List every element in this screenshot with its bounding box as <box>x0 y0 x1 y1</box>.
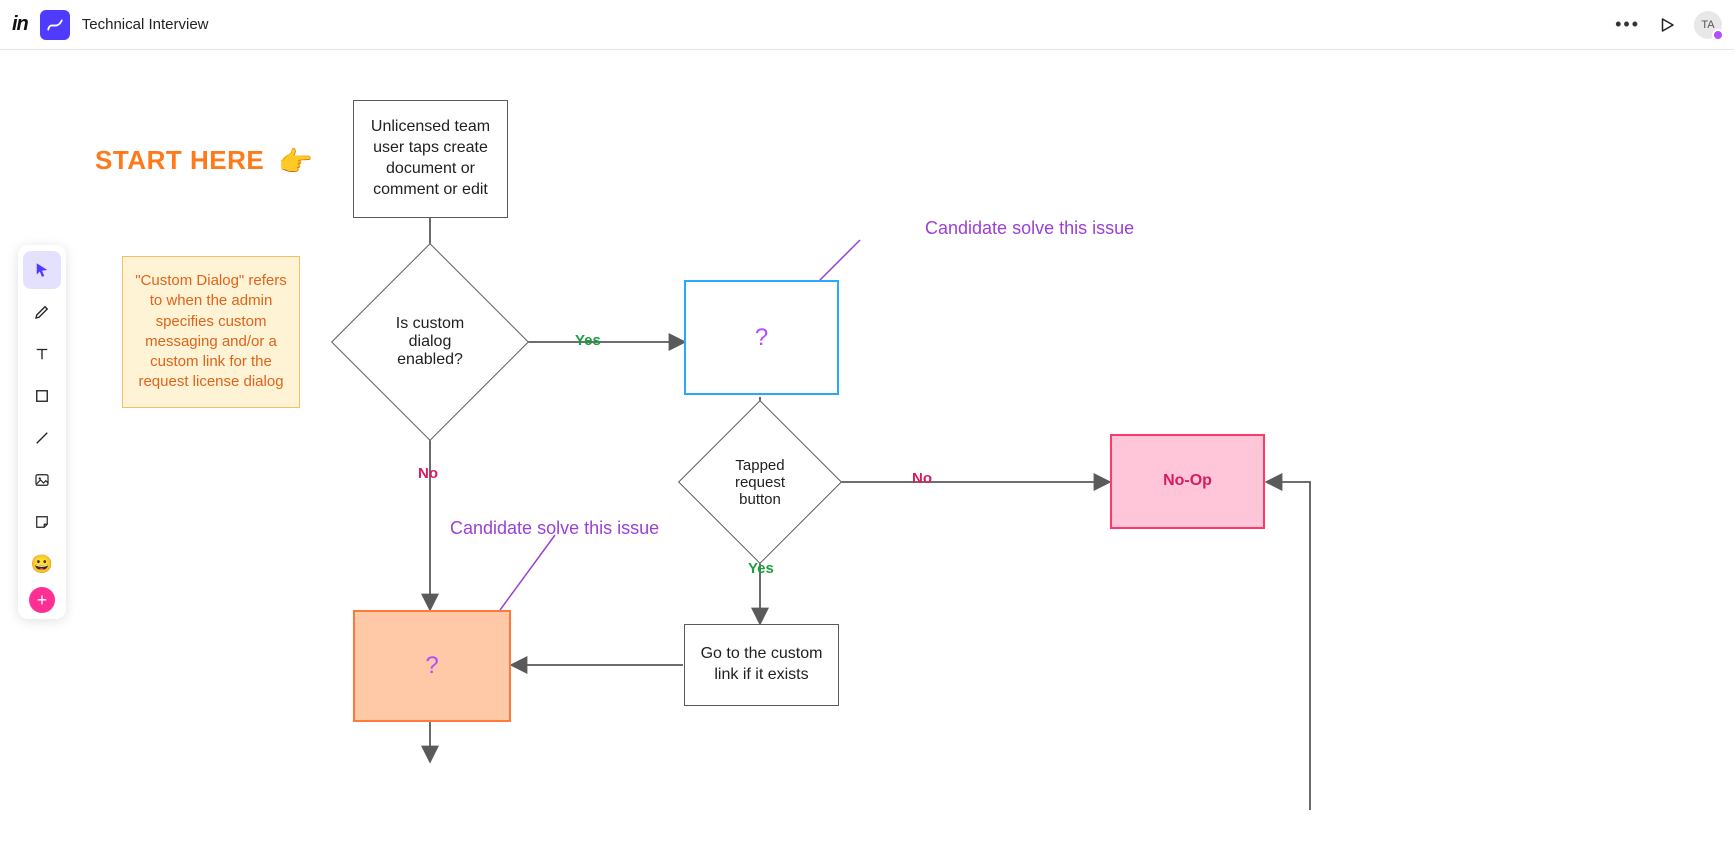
box-noop[interactable]: No-Op <box>1110 434 1265 529</box>
tool-image[interactable] <box>23 461 61 499</box>
tool-text[interactable] <box>23 335 61 373</box>
box-start[interactable]: Unlicensed team user taps create documen… <box>353 100 508 218</box>
topbar: in Technical Interview ••• TA <box>0 0 1734 50</box>
edge-no-2: No <box>912 470 932 487</box>
tool-shape[interactable] <box>23 377 61 415</box>
edge-yes-1: Yes <box>575 332 601 349</box>
box-goto-link[interactable]: Go to the custom link if it exists <box>684 624 839 706</box>
tool-pencil[interactable] <box>23 293 61 331</box>
box-unknown-blue[interactable]: ? <box>684 280 839 395</box>
invision-logo[interactable]: in <box>12 13 28 36</box>
edge-no-1: No <box>418 465 438 482</box>
diamond-tapped-request[interactable]: Tapped request button <box>702 424 818 540</box>
document-title[interactable]: Technical Interview <box>82 16 209 33</box>
tool-line[interactable] <box>23 419 61 457</box>
present-icon[interactable] <box>1658 16 1676 34</box>
note-custom-dialog[interactable]: "Custom Dialog" refers to when the admin… <box>122 256 300 408</box>
tool-add[interactable]: + <box>29 587 55 613</box>
pointing-hand-icon: 👉 <box>278 145 313 178</box>
annotation-1: Candidate solve this issue <box>925 218 1134 239</box>
box-unknown-orange[interactable]: ? <box>353 610 511 722</box>
freehand-icon[interactable] <box>40 10 70 40</box>
edge-yes-2: Yes <box>748 560 774 577</box>
tool-pointer[interactable] <box>23 251 61 289</box>
user-avatar[interactable]: TA <box>1694 11 1722 39</box>
start-here-label: START HERE <box>95 145 264 176</box>
left-toolbar: 😀 + <box>18 245 66 619</box>
diamond-custom-enabled[interactable]: Is custom dialog enabled? <box>360 272 500 412</box>
diamond-custom-enabled-label: Is custom dialog enabled? <box>360 272 500 412</box>
more-menu-icon[interactable]: ••• <box>1615 14 1640 35</box>
tool-sticky[interactable] <box>23 503 61 541</box>
canvas[interactable]: START HERE 👉 "Custom Dialog" refers to w… <box>0 50 1734 867</box>
diamond-tapped-request-label: Tapped request button <box>702 424 818 540</box>
tool-emoji[interactable]: 😀 <box>23 545 61 583</box>
annotation-2: Candidate solve this issue <box>450 518 659 539</box>
